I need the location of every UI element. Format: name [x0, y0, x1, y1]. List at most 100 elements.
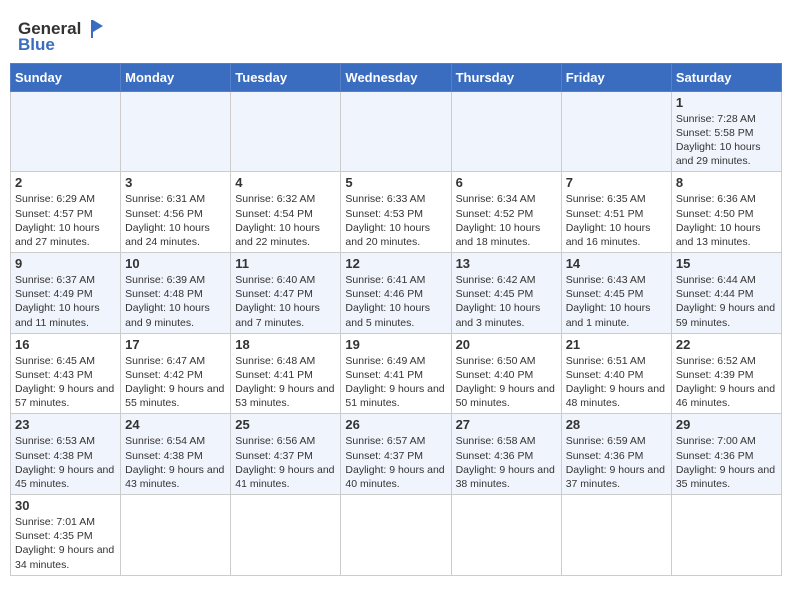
- calendar-cell: [231, 91, 341, 172]
- day-number: 12: [345, 256, 446, 271]
- calendar-cell: 21Sunrise: 6:51 AMSunset: 4:40 PMDayligh…: [561, 333, 671, 414]
- day-info: Sunrise: 7:28 AMSunset: 5:58 PMDaylight:…: [676, 112, 777, 169]
- day-number: 1: [676, 95, 777, 110]
- day-info: Sunrise: 6:33 AMSunset: 4:53 PMDaylight:…: [345, 192, 446, 249]
- day-number: 20: [456, 337, 557, 352]
- calendar-cell: 15 Sunrise: 6:44 AMSunset: 4:44 PMDayligh…: [671, 253, 781, 334]
- calendar-cell: [341, 91, 451, 172]
- calendar-cell: [451, 495, 561, 576]
- day-number: 3: [125, 175, 226, 190]
- calendar-cell: 29Sunrise: 7:00 AMSunset: 4:36 PMDayligh…: [671, 414, 781, 495]
- calendar-cell: 22 Sunrise: 6:52 AMSunset: 4:39 PMDayligh…: [671, 333, 781, 414]
- weekday-header-monday: Monday: [121, 63, 231, 91]
- calendar-cell: 18 Sunrise: 6:48 AMSunset: 4:41 PMDayligh…: [231, 333, 341, 414]
- day-info: Sunrise: 6:45 AMSunset: 4:43 PMDaylight:…: [15, 354, 116, 411]
- day-info: Sunrise: 6:42 AMSunset: 4:45 PMDaylight:…: [456, 273, 557, 330]
- day-info: Sunrise: 6:49 AMSunset: 4:41 PMDaylight:…: [345, 354, 446, 411]
- weekday-header-thursday: Thursday: [451, 63, 561, 91]
- day-info: Sunrise: 6:51 AMSunset: 4:40 PMDaylight:…: [566, 354, 667, 411]
- calendar: SundayMondayTuesdayWednesdayThursdayFrid…: [10, 63, 782, 576]
- day-info: Sunrise: 7:01 AMSunset: 4:35 PMDaylight:…: [15, 515, 116, 572]
- day-info: Sunrise: 6:53 AMSunset: 4:38 PMDaylight:…: [15, 434, 116, 491]
- day-number: 5: [345, 175, 446, 190]
- day-number: 22: [676, 337, 777, 352]
- day-number: 17: [125, 337, 226, 352]
- calendar-cell: 20Sunrise: 6:50 AMSunset: 4:40 PMDayligh…: [451, 333, 561, 414]
- day-info: Sunrise: 6:39 AMSunset: 4:48 PMDaylight:…: [125, 273, 226, 330]
- calendar-cell: 19 Sunrise: 6:49 AMSunset: 4:41 PMDayligh…: [341, 333, 451, 414]
- calendar-cell: 25Sunrise: 6:56 AMSunset: 4:37 PMDayligh…: [231, 414, 341, 495]
- calendar-cell: 14 Sunrise: 6:43 AMSunset: 4:45 PMDayligh…: [561, 253, 671, 334]
- day-number: 7: [566, 175, 667, 190]
- day-number: 2: [15, 175, 116, 190]
- calendar-cell: 23 Sunrise: 6:53 AMSunset: 4:38 PMDayligh…: [11, 414, 121, 495]
- day-info: Sunrise: 6:34 AMSunset: 4:52 PMDaylight:…: [456, 192, 557, 249]
- day-info: Sunrise: 6:41 AMSunset: 4:46 PMDaylight:…: [345, 273, 446, 330]
- calendar-cell: 24 Sunrise: 6:54 AMSunset: 4:38 PMDayligh…: [121, 414, 231, 495]
- day-info: Sunrise: 6:43 AMSunset: 4:45 PMDaylight:…: [566, 273, 667, 330]
- day-number: 23: [15, 417, 116, 432]
- calendar-cell: 27Sunrise: 6:58 AMSunset: 4:36 PMDayligh…: [451, 414, 561, 495]
- logo-container: General Blue: [18, 18, 105, 55]
- calendar-cell: 12 Sunrise: 6:41 AMSunset: 4:46 PMDayligh…: [341, 253, 451, 334]
- day-info: Sunrise: 6:47 AMSunset: 4:42 PMDaylight:…: [125, 354, 226, 411]
- logo-blue-text: Blue: [18, 36, 55, 55]
- day-number: 30: [15, 498, 116, 513]
- calendar-cell: 7 Sunrise: 6:35 AMSunset: 4:51 PMDaylight…: [561, 172, 671, 253]
- logo-flag-icon: [83, 18, 105, 40]
- calendar-cell: 9Sunrise: 6:37 AMSunset: 4:49 PMDaylight…: [11, 253, 121, 334]
- day-number: 29: [676, 417, 777, 432]
- calendar-cell: 4 Sunrise: 6:32 AMSunset: 4:54 PMDaylight…: [231, 172, 341, 253]
- day-info: Sunrise: 6:54 AMSunset: 4:38 PMDaylight:…: [125, 434, 226, 491]
- day-number: 16: [15, 337, 116, 352]
- calendar-week-row: 30 Sunrise: 7:01 AMSunset: 4:35 PMDayligh…: [11, 495, 782, 576]
- calendar-week-row: 2 Sunrise: 6:29 AMSunset: 4:57 PMDaylight…: [11, 172, 782, 253]
- calendar-cell: 16 Sunrise: 6:45 AMSunset: 4:43 PMDayligh…: [11, 333, 121, 414]
- calendar-week-row: 23 Sunrise: 6:53 AMSunset: 4:38 PMDayligh…: [11, 414, 782, 495]
- day-number: 14: [566, 256, 667, 271]
- calendar-week-row: 1 Sunrise: 7:28 AMSunset: 5:58 PMDaylight…: [11, 91, 782, 172]
- day-info: Sunrise: 6:48 AMSunset: 4:41 PMDaylight:…: [235, 354, 336, 411]
- day-number: 18: [235, 337, 336, 352]
- calendar-cell: 3 Sunrise: 6:31 AMSunset: 4:56 PMDaylight…: [121, 172, 231, 253]
- weekday-header-tuesday: Tuesday: [231, 63, 341, 91]
- day-number: 19: [345, 337, 446, 352]
- day-info: Sunrise: 6:52 AMSunset: 4:39 PMDaylight:…: [676, 354, 777, 411]
- logo: General Blue: [18, 18, 105, 55]
- weekday-header-sunday: Sunday: [11, 63, 121, 91]
- day-number: 9: [15, 256, 116, 271]
- calendar-cell: 17 Sunrise: 6:47 AMSunset: 4:42 PMDayligh…: [121, 333, 231, 414]
- calendar-cell: [121, 495, 231, 576]
- calendar-cell: [231, 495, 341, 576]
- weekday-header-friday: Friday: [561, 63, 671, 91]
- day-number: 24: [125, 417, 226, 432]
- day-number: 4: [235, 175, 336, 190]
- weekday-header-wednesday: Wednesday: [341, 63, 451, 91]
- day-info: Sunrise: 6:36 AMSunset: 4:50 PMDaylight:…: [676, 192, 777, 249]
- day-info: Sunrise: 6:29 AMSunset: 4:57 PMDaylight:…: [15, 192, 116, 249]
- calendar-cell: 8Sunrise: 6:36 AMSunset: 4:50 PMDaylight…: [671, 172, 781, 253]
- day-info: Sunrise: 6:40 AMSunset: 4:47 PMDaylight:…: [235, 273, 336, 330]
- day-info: Sunrise: 6:31 AMSunset: 4:56 PMDaylight:…: [125, 192, 226, 249]
- calendar-cell: 1 Sunrise: 7:28 AMSunset: 5:58 PMDaylight…: [671, 91, 781, 172]
- day-info: Sunrise: 6:35 AMSunset: 4:51 PMDaylight:…: [566, 192, 667, 249]
- day-info: Sunrise: 6:59 AMSunset: 4:36 PMDaylight:…: [566, 434, 667, 491]
- calendar-cell: 5 Sunrise: 6:33 AMSunset: 4:53 PMDaylight…: [341, 172, 451, 253]
- day-number: 6: [456, 175, 557, 190]
- day-number: 10: [125, 256, 226, 271]
- calendar-cell: 30 Sunrise: 7:01 AMSunset: 4:35 PMDayligh…: [11, 495, 121, 576]
- calendar-cell: [561, 495, 671, 576]
- calendar-cell: [121, 91, 231, 172]
- day-info: Sunrise: 6:44 AMSunset: 4:44 PMDaylight:…: [676, 273, 777, 330]
- header: General Blue: [10, 10, 782, 59]
- calendar-cell: [451, 91, 561, 172]
- calendar-cell: 6 Sunrise: 6:34 AMSunset: 4:52 PMDaylight…: [451, 172, 561, 253]
- calendar-cell: [11, 91, 121, 172]
- calendar-week-row: 16 Sunrise: 6:45 AMSunset: 4:43 PMDayligh…: [11, 333, 782, 414]
- day-info: Sunrise: 6:32 AMSunset: 4:54 PMDaylight:…: [235, 192, 336, 249]
- calendar-week-row: 9Sunrise: 6:37 AMSunset: 4:49 PMDaylight…: [11, 253, 782, 334]
- day-number: 15: [676, 256, 777, 271]
- day-info: Sunrise: 6:58 AMSunset: 4:36 PMDaylight:…: [456, 434, 557, 491]
- calendar-cell: [671, 495, 781, 576]
- calendar-cell: 13Sunrise: 6:42 AMSunset: 4:45 PMDayligh…: [451, 253, 561, 334]
